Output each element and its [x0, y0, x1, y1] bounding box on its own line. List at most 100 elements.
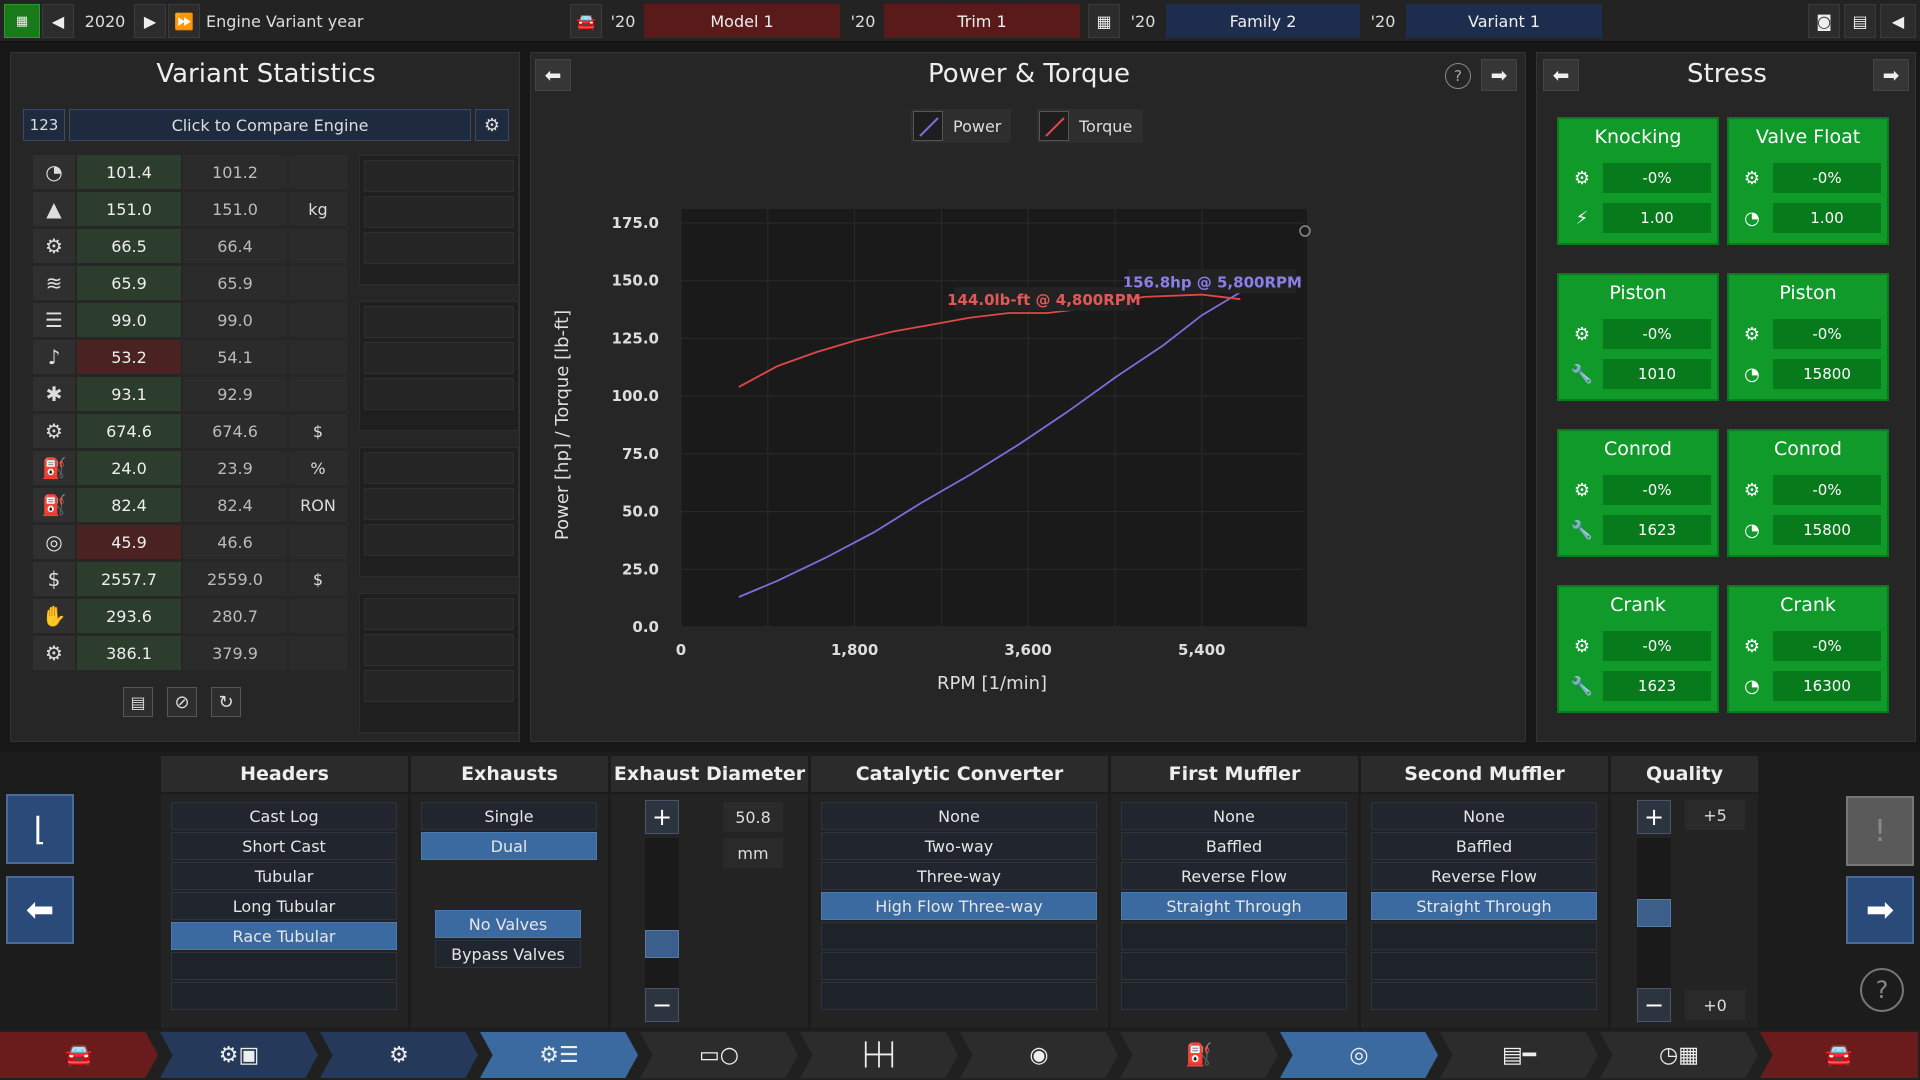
stat-row[interactable]: ⛽ 24.0 23.9% — [33, 451, 347, 485]
stress-card[interactable]: Conrod ⚙ -0% 🔧 1623 — [1557, 429, 1719, 557]
year-next-button[interactable]: ▶ — [134, 4, 166, 38]
nav-engine-icon[interactable]: ⚙ — [320, 1032, 478, 1078]
second-muffler-title: Second Muffler — [1360, 756, 1608, 792]
stat-row[interactable]: $2557.7 2559.0 $ — [33, 562, 347, 596]
diameter-increase-button[interactable]: + — [645, 800, 679, 834]
second-muffler-option[interactable]: None — [1371, 802, 1597, 830]
exit-icon[interactable]: ◀ — [1880, 4, 1916, 38]
nav-bottom-end-icon[interactable]: ├┼┤ — [800, 1032, 958, 1078]
stat-row[interactable]: ⚙ 386.1 379.9 — [33, 636, 347, 670]
stat-compare-value: 2559.0 — [183, 562, 287, 596]
stat-value: 386.1 — [77, 636, 181, 670]
compare-engine-button[interactable]: Click to Compare Engine — [69, 109, 471, 141]
number-format-button[interactable]: 123 — [23, 109, 65, 141]
catalytic-option[interactable]: Two-way — [821, 832, 1097, 860]
header-option[interactable]: Short Cast — [171, 832, 397, 860]
second-muffler-option[interactable]: Baffled — [1371, 832, 1597, 860]
quality-slider-thumb[interactable] — [1637, 899, 1671, 927]
valve-option[interactable]: Bypass Valves — [435, 940, 581, 968]
stress-card[interactable]: Piston ⚙ -0% 🔧 1010 — [1557, 273, 1719, 401]
nav-engine-variant-icon[interactable]: ⚙☰ — [480, 1032, 638, 1078]
nav-car-design-icon[interactable]: 🚘 — [1760, 1032, 1918, 1078]
notes-icon[interactable]: ▤ — [123, 687, 153, 717]
stat-unit — [289, 340, 347, 374]
nav-exhaust-icon[interactable]: ◎ — [1280, 1032, 1438, 1078]
first-muffler-option[interactable]: Reverse Flow — [1121, 862, 1347, 890]
first-muffler-option[interactable]: Baffled — [1121, 832, 1347, 860]
stat-row[interactable]: ☰ 99.0 99.0 — [33, 303, 347, 337]
header-option[interactable]: Race Tubular — [171, 922, 397, 950]
second-muffler-option[interactable]: Straight Through — [1371, 892, 1597, 920]
quality-decrease-button[interactable]: − — [1637, 988, 1671, 1022]
header-option[interactable]: Tubular — [171, 862, 397, 890]
trim-field[interactable]: Trim 1 — [884, 4, 1080, 38]
chart-next-button[interactable]: ➡ — [1481, 59, 1517, 91]
app-logo-icon[interactable]: ▦ — [4, 4, 40, 38]
family-field[interactable]: Family 2 — [1166, 4, 1360, 38]
legend-torque[interactable]: Torque — [1037, 109, 1143, 143]
back-button[interactable]: ⬅ — [6, 876, 74, 944]
catalytic-option[interactable]: High Flow Three-way — [821, 892, 1097, 920]
spark-icon: ⚡ — [1575, 207, 1589, 229]
clear-icon[interactable]: ⊘ — [167, 687, 197, 717]
legend-power[interactable]: Power — [911, 109, 1011, 143]
stat-row[interactable]: ✋ 293.6 280.7 — [33, 599, 347, 633]
stress-next-button[interactable]: ➡ — [1873, 59, 1909, 91]
year-fast-forward-button[interactable]: ⏩ — [168, 4, 200, 38]
quality-increase-button[interactable]: + — [1637, 800, 1671, 834]
stat-row[interactable]: ⚙ 66.5 66.4 — [33, 229, 347, 263]
catalytic-option[interactable]: Three-way — [821, 862, 1097, 890]
torque-peak-label: 144.0lb-ft @ 4,800RPM — [947, 291, 1141, 309]
stress-card[interactable]: Crank ⚙ -0% 🔧 1623 — [1557, 585, 1719, 713]
header-option[interactable]: Cast Log — [171, 802, 397, 830]
stat-row[interactable]: ⚙ 674.6 674.6 $ — [33, 414, 347, 448]
exhaust-option[interactable]: Dual — [421, 832, 597, 860]
help-icon[interactable]: ? — [1445, 63, 1471, 89]
model-field[interactable]: Model 1 — [644, 4, 840, 38]
diameter-slider-thumb[interactable] — [645, 929, 679, 958]
nav-exhaust-pipe-icon[interactable]: ▤━ — [1440, 1032, 1598, 1078]
stress-card[interactable]: Crank ⚙ -0% ◔ 16300 — [1727, 585, 1889, 713]
graph-toggle-icon[interactable]: ⌊ — [6, 794, 74, 864]
nav-tools-icon[interactable]: ▭○ — [640, 1032, 798, 1078]
compare-engine-icon[interactable]: ⚙ — [475, 109, 509, 141]
power-torque-chart[interactable]: 0.0 25.0 50.0 75.0 100.0 125.0 150.0 175.0 0 1,80… — [531, 163, 1527, 743]
variant-field[interactable]: Variant 1 — [1406, 4, 1602, 38]
help-button-icon[interactable]: ? — [1860, 968, 1904, 1012]
first-muffler-option[interactable]: None — [1121, 802, 1347, 830]
second-muffler-option[interactable]: Reverse Flow — [1371, 862, 1597, 890]
variant-year: '20 — [1370, 11, 1396, 31]
diameter-slider-track[interactable] — [645, 838, 679, 988]
camera-icon[interactable]: ◙ — [1808, 4, 1840, 38]
catalytic-option[interactable]: None — [821, 802, 1097, 830]
nav-engine-family-icon[interactable]: ⚙▣ — [160, 1032, 318, 1078]
year-prev-button[interactable]: ◀ — [42, 4, 74, 38]
nav-fuel-icon[interactable]: ⛽ — [1120, 1032, 1278, 1078]
stat-row[interactable]: ✱ 93.1 92.9 — [33, 377, 347, 411]
stress-card[interactable]: Piston ⚙ -0% ◔ 15800 — [1727, 273, 1889, 401]
stat-row[interactable]: ⛽ 82.4 82.4 RON — [33, 488, 347, 522]
stat-row[interactable]: ♪ 53.2 54.1 — [33, 340, 347, 374]
car-icon[interactable]: 🚘 — [570, 4, 602, 38]
stat-row[interactable]: ▲ 151.0 151.0 kg — [33, 192, 347, 226]
exhaust-option[interactable]: Single — [421, 802, 597, 830]
x-tick-label: 3,600 — [1004, 641, 1051, 659]
stress-card[interactable]: Knocking ⚙ -0% ⚡ 1.00 — [1557, 117, 1719, 245]
nav-test-icon[interactable]: ◷▦ — [1600, 1032, 1758, 1078]
stat-row[interactable]: ◔ 101.4 101.2 — [33, 155, 347, 189]
stat-row[interactable]: ◎ 45.9 46.6 — [33, 525, 347, 559]
valve-option[interactable]: No Valves — [435, 910, 581, 938]
stress-card[interactable]: Conrod ⚙ -0% ◔ 15800 — [1727, 429, 1889, 557]
spreadsheet-icon[interactable]: ▤ — [1844, 4, 1876, 38]
diameter-decrease-button[interactable]: − — [645, 988, 679, 1022]
header-option[interactable]: Long Tubular — [171, 892, 397, 920]
next-button[interactable]: ➡ — [1846, 876, 1914, 944]
warning-icon[interactable]: ! — [1846, 796, 1914, 866]
reset-icon[interactable]: ↻ — [211, 687, 241, 717]
stat-row[interactable]: ≋ 65.9 65.9 — [33, 266, 347, 300]
nav-car-icon[interactable]: 🚘 — [0, 1032, 158, 1078]
nav-turbo-icon[interactable]: ◉ — [960, 1032, 1118, 1078]
stress-card[interactable]: Valve Float ⚙ -0% ◔ 1.00 — [1727, 117, 1889, 245]
engine-block-icon[interactable]: ▦ — [1088, 4, 1120, 38]
first-muffler-option[interactable]: Straight Through — [1121, 892, 1347, 920]
